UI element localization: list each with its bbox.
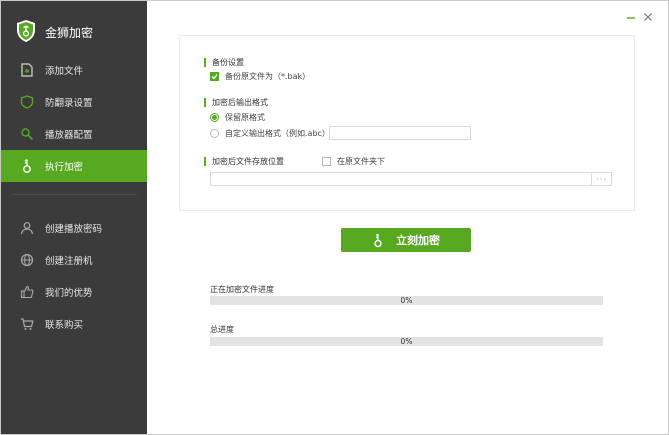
app-window: 金狮加密 添加文件 防翻录设置 播放器配置 执行加密 创建播放密码 创建注册机 … [0,0,669,435]
total-progress-bar: 0% [210,337,603,346]
sidebar-divider [11,194,137,195]
output-format-section-title: 加密后输出格式 [204,98,268,107]
same-folder-label: 在原文件夹下 [337,157,385,166]
total-progress-text: 0% [400,337,413,346]
sidebar-item-create-password[interactable]: 创建播放密码 [1,212,147,244]
thumbs-up-icon [19,284,35,300]
app-title: 金狮加密 [45,25,94,40]
custom-format-radio[interactable] [210,129,219,138]
backup-checkbox-label: 备份原文件为（*.bak） [225,72,311,81]
sidebar-item-execute-encrypt[interactable]: 执行加密 [1,150,147,182]
encrypt-now-button[interactable]: 立刻加密 [341,228,471,252]
sidebar-item-label: 添加文件 [45,66,84,77]
backup-checkbox[interactable] [210,72,219,81]
lock-key-icon [19,158,35,174]
custom-format-label: 自定义输出格式（例如.abc） [225,129,330,138]
sidebar: 金狮加密 添加文件 防翻录设置 播放器配置 执行加密 创建播放密码 创建注册机 … [1,1,147,434]
sidebar-item-create-keygen[interactable]: 创建注册机 [1,244,147,276]
sidebar-item-anti-record[interactable]: 防翻录设置 [1,86,147,118]
custom-format-radio-row[interactable]: 自定义输出格式（例如.abc） [210,128,330,139]
custom-format-input[interactable] [329,126,471,140]
output-path-input[interactable]: ··· [210,172,612,186]
shield-logo-icon [15,19,37,45]
sidebar-item-label: 创建注册机 [45,256,93,267]
keep-format-radio-row[interactable]: 保留原格式 [210,112,265,123]
settings-panel: 备份设置 备份原文件为（*.bak） 加密后输出格式 保留原格式 自定义输出格式… [179,35,635,211]
user-icon [19,220,35,236]
total-progress-label: 总进度 [210,325,234,334]
globe-icon [19,252,35,268]
sidebar-item-label: 执行加密 [45,162,84,173]
backup-checkbox-row[interactable]: 备份原文件为（*.bak） [210,71,310,82]
sidebar-item-player-config[interactable]: 播放器配置 [1,118,147,150]
sidebar-item-label: 防翻录设置 [45,98,93,109]
shield-icon [19,94,35,110]
sidebar-item-contact-buy[interactable]: 联系购买 [1,308,147,340]
current-progress-bar: 0% [210,296,603,305]
lock-key-icon [372,233,384,248]
current-progress-text: 0% [400,296,413,305]
current-progress-label: 正在加密文件进度 [210,285,274,294]
encrypt-now-label: 立刻加密 [396,234,440,247]
brand: 金狮加密 [15,19,93,45]
same-folder-checkbox-row[interactable]: 在原文件夹下 [322,156,385,167]
add-file-icon [19,62,35,78]
cart-icon [19,316,35,332]
sidebar-item-advantages[interactable]: 我们的优势 [1,276,147,308]
close-icon[interactable] [642,11,654,23]
minimize-icon[interactable] [625,11,637,23]
backup-section-title: 备份设置 [204,58,244,67]
keep-format-radio[interactable] [210,113,219,122]
sidebar-item-label: 联系购买 [45,320,84,331]
sidebar-item-label: 创建播放密码 [45,224,103,235]
sidebar-item-label: 播放器配置 [45,130,93,141]
same-folder-checkbox[interactable] [322,157,331,166]
location-section-title: 加密后文件存放位置 [204,157,284,166]
search-key-icon [19,126,35,142]
sidebar-item-add-file[interactable]: 添加文件 [1,54,147,86]
keep-format-label: 保留原格式 [225,113,265,122]
sidebar-item-label: 我们的优势 [45,288,93,299]
browse-button[interactable]: ··· [591,173,611,185]
